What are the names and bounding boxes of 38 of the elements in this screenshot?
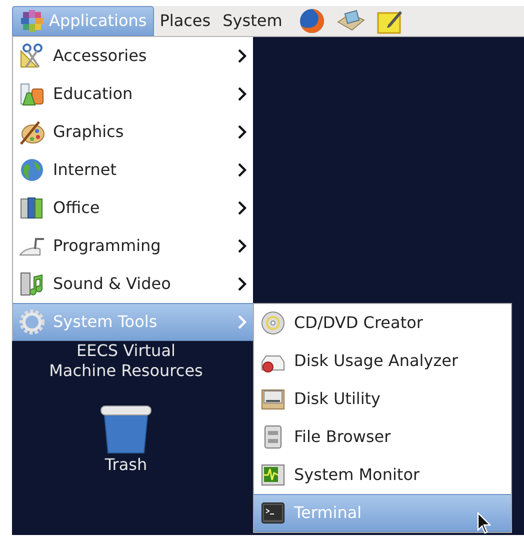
chevron-right-icon [237,162,247,178]
scissors-ruler-icon [19,43,45,69]
menu-item[interactable]: CD/DVD Creator [254,304,511,342]
panel-menu[interactable]: System [216,6,288,36]
chevron-right-icon [237,124,247,140]
menu-item[interactable]: Disk Usage Analyzer [254,342,511,380]
monitor-graph-icon [260,462,286,488]
menu-item[interactable]: Internet [13,151,253,189]
flower-logo-icon [19,8,45,34]
desktop-icon-label: EECS Virtual [76,341,176,361]
globe-icon [19,157,45,183]
disc-icon [260,310,286,336]
menu-item[interactable]: Sound & Video [13,265,253,303]
menu-item[interactable]: System Monitor [254,456,511,494]
menu-item[interactable]: Graphics [13,113,253,151]
paint-palette-icon [19,119,45,145]
menu-item[interactable]: Education [13,75,253,113]
panel-menu[interactable]: Places [154,6,217,36]
trash-can-icon[interactable] [98,403,154,455]
binders-icon [19,195,45,221]
chevron-right-icon [237,314,247,330]
desktop-icon-label: Trash [104,455,148,475]
chevron-right-icon [237,276,247,292]
chevron-right-icon [237,86,247,102]
browser-globe-icon[interactable] [298,7,326,35]
chevron-right-icon [237,238,247,254]
chevron-right-icon [237,200,247,216]
menu-item[interactable]: Programming [13,227,253,265]
chevron-right-icon [237,48,247,64]
gear-icon [19,309,45,335]
menu-item[interactable]: Office [13,189,253,227]
menu-item[interactable]: Accessories [13,37,253,75]
menu-item[interactable]: Disk Utility [254,380,511,418]
terminal-icon [260,500,286,526]
film-music-icon [19,271,45,297]
desktop-icon-label: Machine Resources [49,361,203,381]
menu-item[interactable]: File Browser [254,418,511,456]
lab-flask-icon [19,81,45,107]
